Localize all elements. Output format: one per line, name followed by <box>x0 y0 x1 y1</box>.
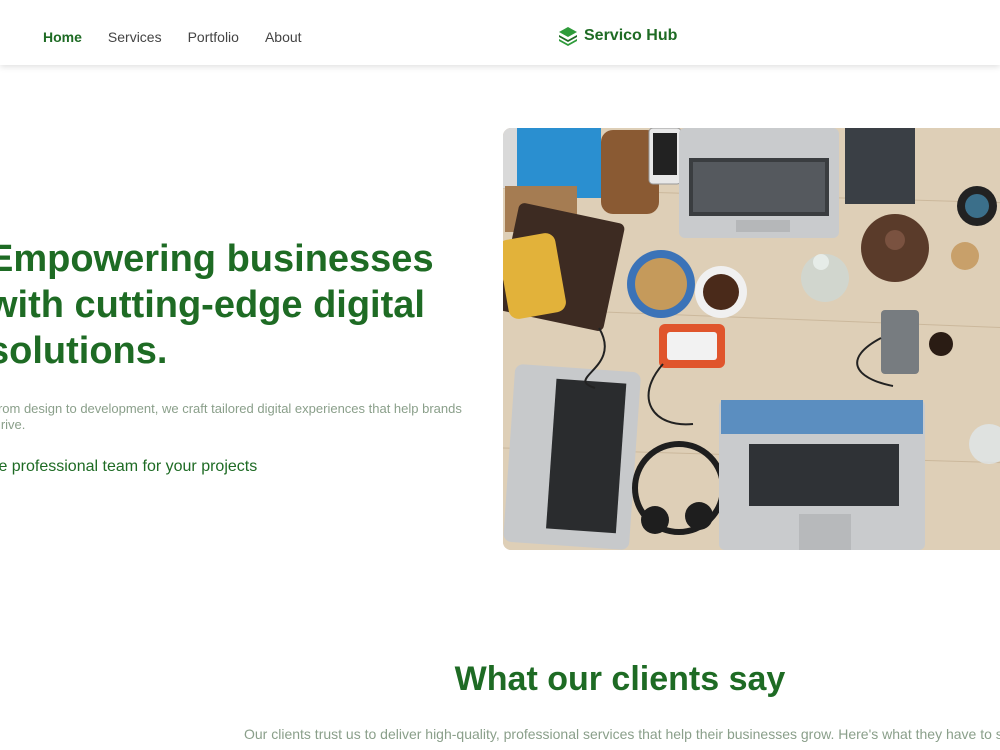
nav-link-portfolio[interactable]: Portfolio <box>188 29 239 46</box>
stacked-layers-icon <box>558 26 578 46</box>
nav-link-home[interactable]: Home <box>43 29 82 46</box>
workspace-desk-illustration <box>503 128 1000 550</box>
hero-cta-link[interactable]: Hire professional team for your projects <box>0 457 257 477</box>
brand-logo[interactable]: Servico Hub <box>558 26 677 46</box>
top-navbar: Home Services Portfolio About Servico Hu… <box>0 0 1000 65</box>
page: Home Services Portfolio About Servico Hu… <box>0 0 1000 750</box>
hero-description: From design to development, we craft tai… <box>0 401 462 432</box>
testimonials-title: What our clients say <box>454 660 786 698</box>
brand-name: Servico Hub <box>584 27 678 44</box>
nav-links: Home Services Portfolio About <box>43 29 328 46</box>
hero-title: Empowering businesses with cutting-edge … <box>0 238 434 372</box>
testimonials-description: Our clients trust us to deliver high-qua… <box>244 726 1000 742</box>
nav-link-about[interactable]: About <box>265 29 302 46</box>
hero-workspace-image <box>503 128 1000 550</box>
nav-link-services[interactable]: Services <box>108 29 162 46</box>
